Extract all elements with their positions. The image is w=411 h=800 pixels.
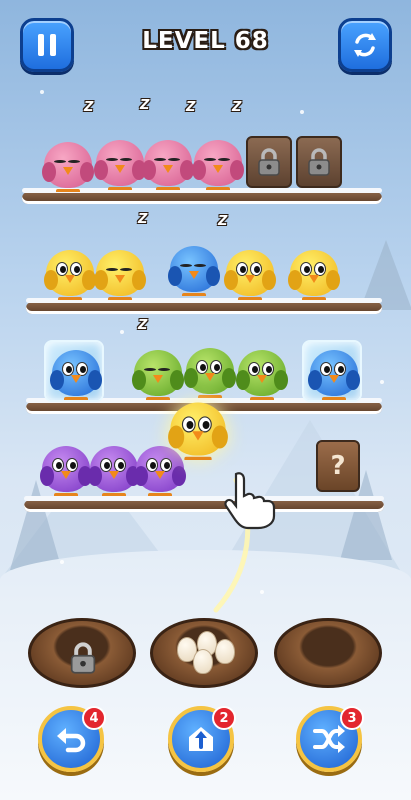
add-branch-count-badge: 2 <box>212 706 236 730</box>
sleep-z: Z <box>232 100 242 115</box>
restart-button[interactable] <box>338 18 392 72</box>
shuffle-icon <box>313 725 345 753</box>
padlock-icon <box>70 642 96 674</box>
padlock-icon <box>258 148 280 176</box>
frozen-bird-ice-block[interactable] <box>302 340 362 402</box>
bird-yellow[interactable] <box>42 244 98 302</box>
nest-with-eggs[interactable] <box>150 618 258 688</box>
add-branch-button[interactable]: 2 <box>168 706 236 772</box>
shuffle-count-badge: 3 <box>340 706 364 730</box>
shuffle-button[interactable]: 3 <box>296 706 364 772</box>
snowflake <box>120 330 124 334</box>
bird-blue <box>306 344 362 402</box>
sleep-z: Z <box>218 214 228 229</box>
undo-button[interactable]: 4 <box>38 706 106 772</box>
mystery-box[interactable]: ? <box>316 440 360 492</box>
sleep-z: Z <box>138 318 148 333</box>
bird-yellow[interactable] <box>92 244 148 302</box>
snowflake <box>260 590 264 594</box>
bird-pink[interactable] <box>190 134 246 192</box>
selected-bird-yellow[interactable] <box>166 396 230 463</box>
bird-green[interactable] <box>234 344 290 402</box>
undo-icon <box>57 728 86 753</box>
bird-blue <box>48 344 104 402</box>
tutorial-hand-pointer-icon <box>224 472 276 530</box>
bird-yellow[interactable] <box>222 244 278 302</box>
snowflake <box>40 90 44 94</box>
sleep-z: Z <box>186 100 196 115</box>
snowflake <box>380 380 384 384</box>
sleep-z: Z <box>84 100 94 115</box>
undo-count-badge: 4 <box>82 706 106 730</box>
locked-slot[interactable] <box>246 136 292 188</box>
branch-2[interactable] <box>26 298 382 314</box>
bird-yellow[interactable] <box>286 244 342 302</box>
sleep-z: Z <box>140 98 150 113</box>
egg <box>193 649 213 674</box>
egg <box>215 639 235 664</box>
add-branch-icon <box>189 727 213 751</box>
bird-pink[interactable] <box>140 134 196 192</box>
snowflake <box>300 110 304 114</box>
bird-pink[interactable] <box>40 136 96 194</box>
sleep-z: Z <box>138 212 148 227</box>
bird-blue[interactable] <box>166 240 222 298</box>
nest-locked[interactable] <box>28 618 136 688</box>
locked-slot[interactable] <box>296 136 342 188</box>
padlock-icon <box>308 148 330 176</box>
frozen-bird-ice-block[interactable] <box>44 340 104 402</box>
nest-empty[interactable] <box>274 618 382 688</box>
snowflake <box>60 560 64 564</box>
restart-icon <box>354 33 376 57</box>
bird-green[interactable] <box>182 342 238 400</box>
bird-green[interactable] <box>130 344 186 402</box>
